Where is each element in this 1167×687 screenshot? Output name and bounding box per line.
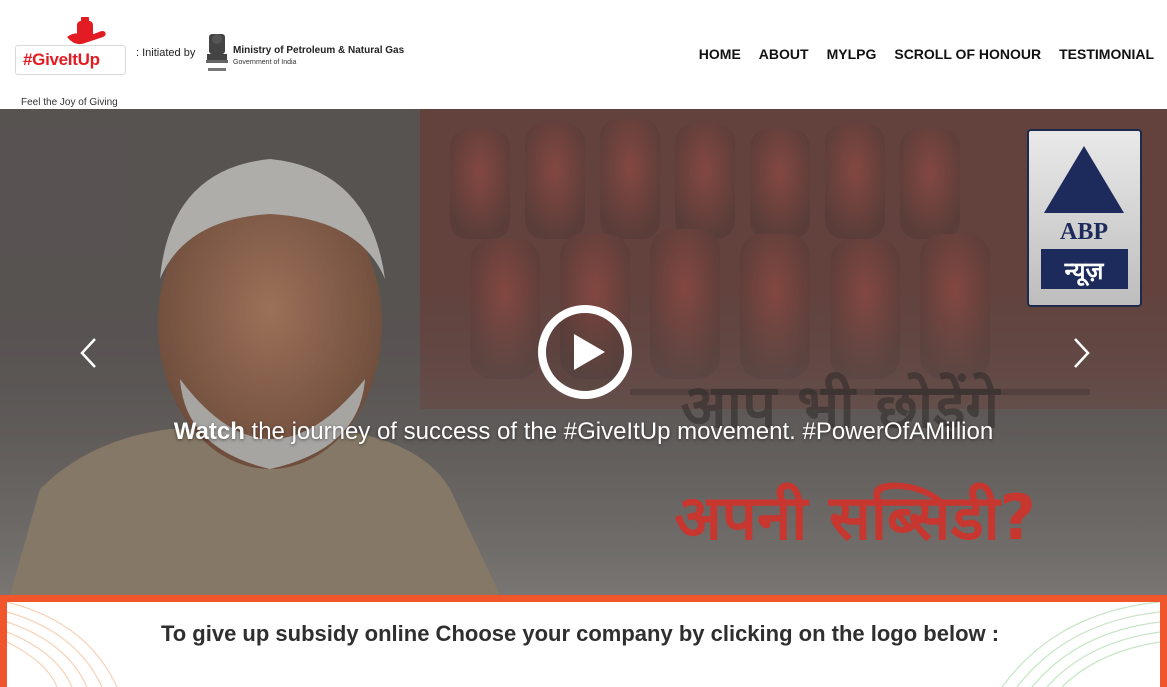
site-header: #GiveItUp Feel the Joy of Giving : Initi…	[0, 0, 1167, 109]
company-selection-section: To give up subsidy online Choose your co…	[0, 595, 1167, 687]
national-emblem-icon	[206, 34, 228, 71]
government-label: Government of India	[233, 59, 297, 66]
company-selection-title: To give up subsidy online Choose your co…	[160, 621, 1000, 646]
caption-highlight: Watch	[173, 418, 245, 445]
nav-home[interactable]: HOME	[699, 46, 741, 62]
hindi-line-2: अपनी सब्सिडी?	[674, 481, 1035, 554]
chevron-left-icon[interactable]	[78, 337, 100, 369]
logo-tagline: Feel the Joy of Giving	[21, 97, 118, 108]
play-button-icon[interactable]	[537, 304, 633, 400]
giveitup-logo[interactable]: #GiveItUp Feel the Joy of Giving	[15, 17, 126, 108]
nav-mylpg[interactable]: MYLPG	[827, 46, 877, 62]
initiated-by-label: : Initiated by	[136, 47, 196, 59]
logo-text: #GiveItUp	[23, 50, 100, 69]
main-nav: HOME ABOUT MYLPG SCROLL OF HONOUR TESTIM…	[681, 46, 1154, 62]
ministry-name: Ministry of Petroleum & Natural Gas	[233, 45, 405, 56]
chevron-right-icon[interactable]	[1070, 337, 1092, 369]
hero-caption: Watch the journey of success of the #Giv…	[0, 418, 1167, 446]
hero-video-slider[interactable]: ABP न्यूज़ आप भी छोड़ेंगे अपनी सब्सिडी? …	[0, 109, 1167, 595]
lpg-cylinder-hand-icon	[67, 17, 106, 45]
nav-scroll-of-honour[interactable]: SCROLL OF HONOUR	[894, 46, 1041, 62]
caption-text: the journey of success of the #GiveItUp …	[244, 418, 994, 445]
nav-about[interactable]: ABOUT	[759, 46, 809, 62]
nav-testimonial[interactable]: TESTIMONIAL	[1059, 46, 1154, 62]
